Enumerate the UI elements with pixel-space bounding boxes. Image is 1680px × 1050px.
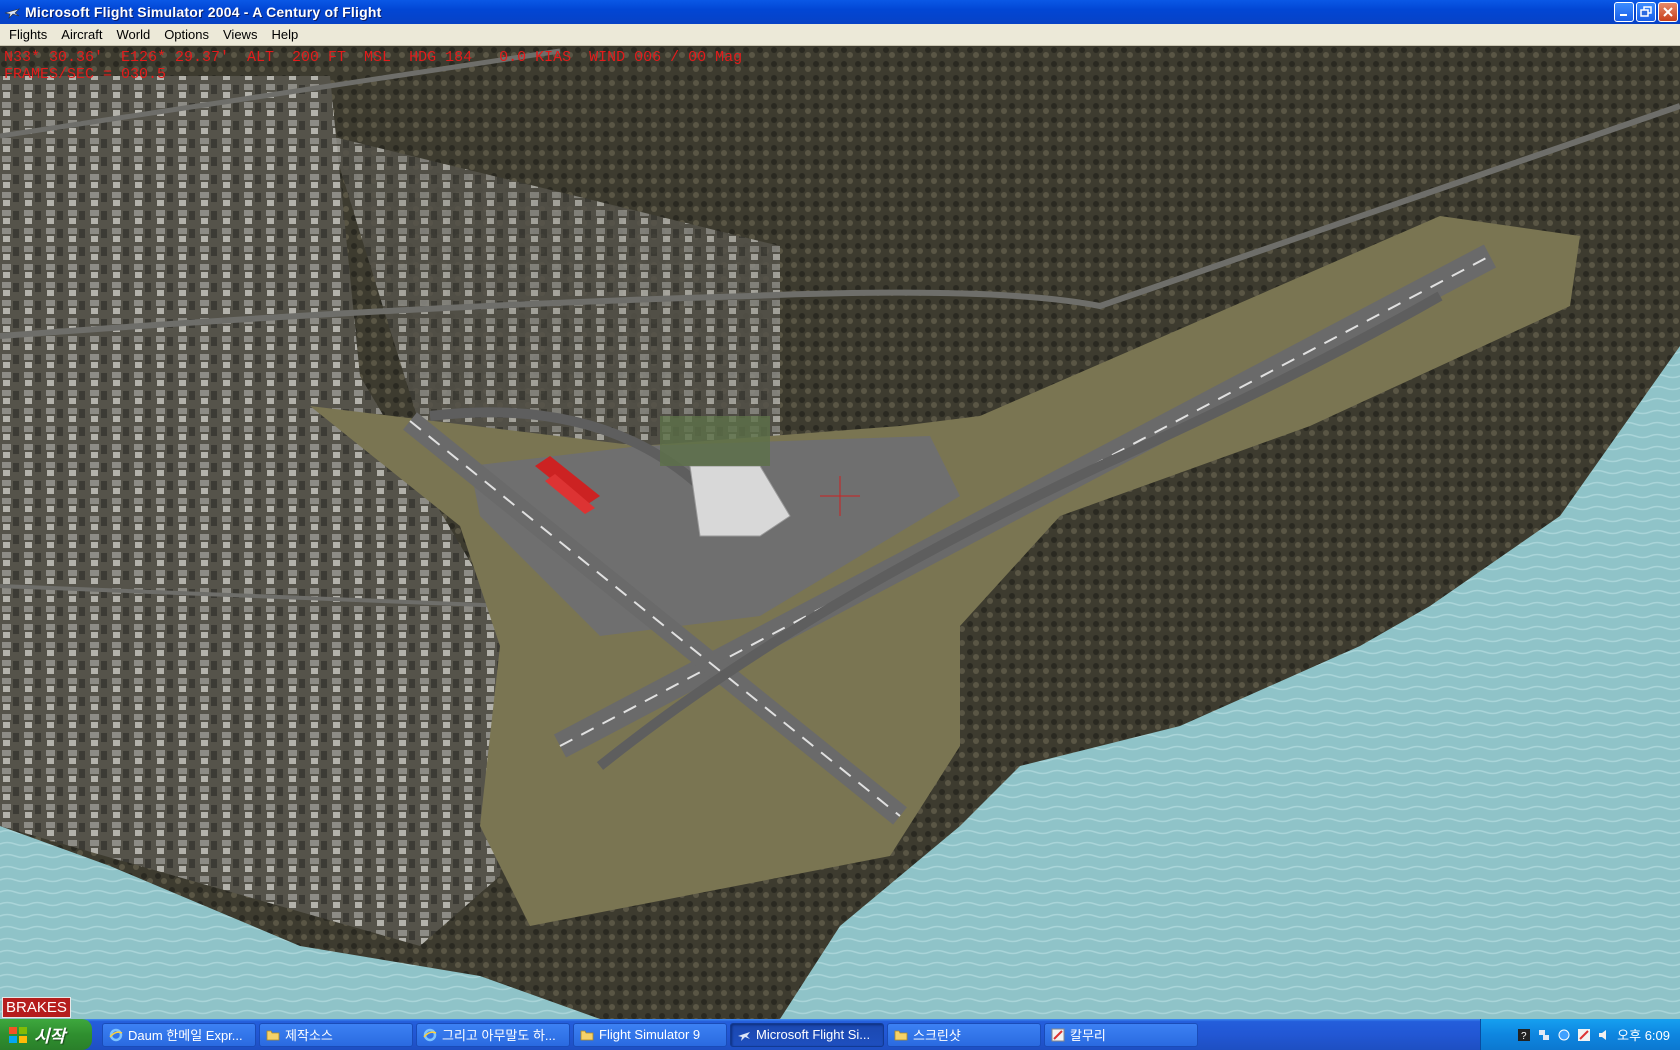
task-label: 그리고 아무말도 하... [442, 1028, 556, 1043]
flight-sim-app-icon[interactable] [4, 4, 20, 20]
hud-readout: N33* 30.36' E126* 29.37' ALT 200 FT MSL … [4, 49, 742, 83]
hud-position-line: N33* 30.36' E126* 29.37' ALT 200 FT MSL … [4, 49, 743, 66]
start-label: 시작 [34, 1027, 66, 1046]
hud-fps-line: FRAMES/SEC = 030.5 [4, 66, 167, 83]
menu-aircraft[interactable]: Aircraft [54, 27, 109, 42]
task-label: Flight Simulator 9 [599, 1027, 701, 1042]
task-label: Daum 한메일 Expr... [128, 1028, 243, 1043]
task-folder-source[interactable]: 제작소스 [259, 1022, 413, 1047]
volume-icon[interactable] [1597, 1028, 1611, 1042]
paint-icon [1051, 1028, 1065, 1041]
network-icon[interactable] [1537, 1028, 1551, 1042]
window-title: Microsoft Flight Simulator 2004 - A Cent… [25, 4, 382, 20]
restore-icon [1640, 6, 1652, 17]
title-bar[interactable]: Microsoft Flight Simulator 2004 - A Cent… [0, 0, 1680, 24]
task-label: 스크린샷 [913, 1028, 961, 1043]
taskbar: 시작 Daum 한메일 Expr... 제작소스 그리고 아무말도 하... F… [0, 1019, 1680, 1050]
task-label: 칼무리 [1070, 1028, 1106, 1043]
windows-flag-icon [9, 1026, 27, 1043]
taskbar-tasks: Daum 한메일 Expr... 제작소스 그리고 아무말도 하... Flig… [102, 1022, 1198, 1047]
menu-help[interactable]: Help [264, 27, 305, 42]
task-paint[interactable]: 칼무리 [1044, 1022, 1198, 1047]
aerial-scenery [0, 46, 1680, 1019]
menu-bar: Flights Aircraft World Options Views Hel… [0, 24, 1680, 46]
task-ie-window[interactable]: 그리고 아무말도 하... [416, 1022, 570, 1047]
help-icon[interactable]: ? [1517, 1028, 1531, 1042]
folder-icon [580, 1030, 594, 1040]
plane-icon [738, 1031, 750, 1041]
svg-text:?: ? [1521, 1031, 1527, 1042]
task-folder-screenshots[interactable]: 스크린샷 [887, 1022, 1041, 1047]
task-daum-mail[interactable]: Daum 한메일 Expr... [102, 1022, 256, 1047]
menu-world[interactable]: World [109, 27, 157, 42]
menu-views[interactable]: Views [216, 27, 264, 42]
sim-viewport[interactable]: N33* 30.36' E126* 29.37' ALT 200 FT MSL … [0, 46, 1680, 1019]
start-button[interactable]: 시작 [0, 1019, 92, 1050]
task-label: 제작소스 [285, 1028, 333, 1043]
folder-icon [266, 1030, 280, 1040]
messenger-icon[interactable] [1557, 1028, 1571, 1042]
minimize-button[interactable] [1614, 2, 1634, 22]
task-folder-fs9[interactable]: Flight Simulator 9 [573, 1022, 727, 1047]
close-icon [1663, 7, 1673, 17]
minimize-icon [1620, 14, 1627, 16]
ie-icon [423, 1028, 437, 1041]
folder-icon [894, 1030, 908, 1040]
menu-options[interactable]: Options [157, 27, 216, 42]
restore-button[interactable] [1636, 2, 1656, 22]
clock[interactable]: 오후 6:09 [1617, 1025, 1670, 1044]
ie-icon [109, 1028, 123, 1041]
task-flight-simulator[interactable]: Microsoft Flight Si... [730, 1022, 884, 1047]
paint-tray-icon[interactable] [1577, 1028, 1591, 1042]
brakes-indicator: BRAKES [2, 997, 71, 1018]
menu-flights[interactable]: Flights [2, 27, 54, 42]
task-label: Microsoft Flight Si... [756, 1027, 871, 1042]
system-tray: ? 오후 6:09 [1480, 1019, 1680, 1050]
close-button[interactable] [1658, 2, 1678, 22]
